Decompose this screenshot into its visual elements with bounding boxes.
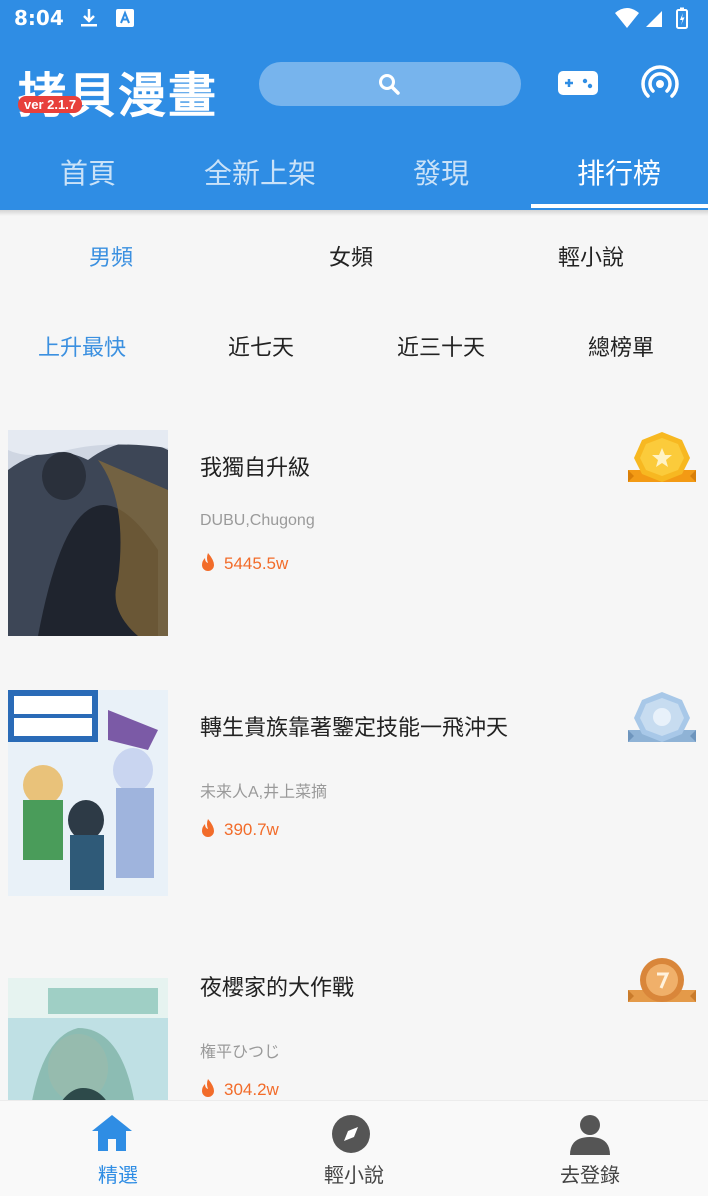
notification-a-icon xyxy=(116,9,134,27)
bottom-nav-featured[interactable]: 精選 xyxy=(0,1101,236,1196)
category-tab-light-novel[interactable]: 輕小說 xyxy=(511,240,671,272)
period-tab-rising[interactable]: 上升最快 xyxy=(2,330,162,362)
popularity: 390.7w xyxy=(200,818,279,840)
search-icon xyxy=(379,74,400,95)
comic-cover xyxy=(8,690,168,896)
appbar-shadow xyxy=(0,210,708,216)
comic-title: 夜櫻家的大作戰 xyxy=(200,976,355,1001)
main-tabs: 首頁 全新上架 發現 排行榜 xyxy=(0,140,708,210)
comic-author: DUBU,Chugong xyxy=(200,512,315,529)
fire-icon xyxy=(202,819,214,837)
status-bar: 8:04 xyxy=(0,0,708,36)
comic-author: 未来人A,井上菜摘 xyxy=(200,784,328,801)
download-icon xyxy=(81,9,97,27)
popularity-value: 304.2w xyxy=(224,1080,279,1099)
popularity-value: 5445.5w xyxy=(224,554,289,573)
period-tab-30days[interactable]: 近三十天 xyxy=(361,330,521,362)
period-tab-all[interactable]: 總榜單 xyxy=(541,330,701,362)
tab-new-releases[interactable]: 全新上架 xyxy=(172,152,348,192)
bronze-medal-icon xyxy=(628,958,696,1002)
comic-author: 権平ひつじ xyxy=(200,1044,281,1061)
bottom-nav-label: 去登錄 xyxy=(560,1163,620,1187)
bottom-nav-label: 輕小說 xyxy=(324,1163,384,1187)
bottom-nav-label: 精選 xyxy=(98,1163,138,1187)
comic-cover xyxy=(8,430,168,636)
compass-icon xyxy=(332,1115,370,1153)
home-icon xyxy=(92,1115,132,1151)
app-logo: 拷貝漫畫 xyxy=(18,68,219,124)
gamepad-icon[interactable] xyxy=(556,66,600,100)
wifi-icon xyxy=(615,8,639,28)
category-tab-female[interactable]: 女頻 xyxy=(271,240,431,272)
bottom-nav-light-novel[interactable]: 輕小說 xyxy=(236,1101,472,1196)
bottom-nav: 精選 輕小說 去登錄 xyxy=(0,1100,708,1196)
fire-icon xyxy=(202,553,214,571)
period-tab-7days[interactable]: 近七天 xyxy=(181,330,341,362)
battery-icon xyxy=(676,7,688,29)
fire-icon xyxy=(202,1079,214,1097)
tab-discover[interactable]: 發現 xyxy=(353,152,529,192)
tab-indicator xyxy=(531,204,708,208)
user-icon xyxy=(570,1115,610,1155)
tab-rankings[interactable]: 排行榜 xyxy=(531,152,707,192)
popularity-value: 390.7w xyxy=(224,820,279,839)
tab-home[interactable]: 首頁 xyxy=(0,152,176,192)
status-time: 8:04 xyxy=(14,6,64,30)
ranking-item[interactable]: 我獨自升級 DUBU,Chugong 5445.5w xyxy=(0,430,708,680)
popularity: 5445.5w xyxy=(200,552,288,574)
bottom-nav-login[interactable]: 去登錄 xyxy=(472,1101,708,1196)
broadcast-icon[interactable] xyxy=(640,62,680,102)
search-bar[interactable] xyxy=(259,62,521,106)
ranking-item[interactable]: 轉生貴族靠著鑒定技能一飛沖天 未来人A,井上菜摘 390.7w xyxy=(0,690,708,940)
gold-medal-icon xyxy=(628,432,696,482)
popularity: 304.2w xyxy=(200,1078,279,1100)
app-bar: 8:04 拷貝漫畫 ver 2.1.7 首頁 全新上架 發現 排行榜 xyxy=(0,0,708,210)
silver-medal-icon xyxy=(628,692,696,742)
comic-title: 轉生貴族靠著鑒定技能一飛沖天 xyxy=(200,716,509,741)
category-tab-male[interactable]: 男頻 xyxy=(31,240,191,272)
signal-icon xyxy=(646,11,662,27)
comic-title: 我獨自升級 xyxy=(200,456,311,481)
version-badge: ver 2.1.7 xyxy=(18,96,83,113)
